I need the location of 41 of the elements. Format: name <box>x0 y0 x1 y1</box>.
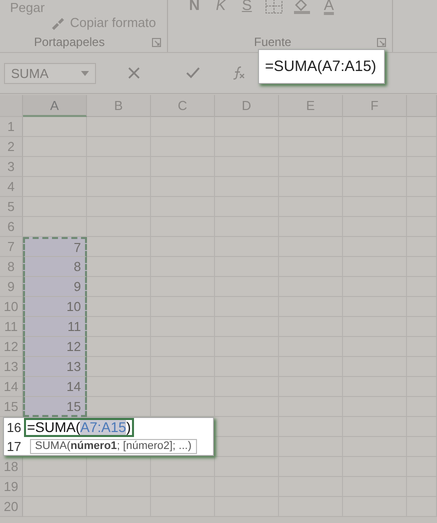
table-cell <box>87 297 151 317</box>
formula-input[interactable]: =SUMA(A7:A15) <box>24 418 134 437</box>
name-box[interactable]: SUMA <box>4 62 96 84</box>
table-cell <box>215 457 279 477</box>
borders-icon[interactable] <box>264 0 283 14</box>
function-tooltip: SUMA(número1; [número2]; ...) <box>30 438 197 454</box>
check-icon[interactable] <box>186 67 200 79</box>
table-cell <box>87 257 151 277</box>
table-cell: 8 <box>23 257 87 277</box>
table-cell <box>87 237 151 257</box>
group-label: Fuente <box>254 35 292 49</box>
dialog-launcher-icon[interactable] <box>152 38 161 46</box>
dialog-launcher-icon[interactable] <box>377 38 386 46</box>
table-cell: 11 <box>23 317 87 337</box>
row-header[interactable]: 16 <box>4 420 24 435</box>
table-cell <box>87 377 151 397</box>
table-cell: 10 <box>23 297 87 317</box>
table-cell <box>87 357 151 377</box>
column-header[interactable]: A <box>23 95 87 117</box>
table-cell <box>87 117 151 137</box>
table-cell: 9 <box>23 277 87 297</box>
group-label: Portapapeles <box>34 35 105 49</box>
select-all-corner[interactable] <box>0 95 23 117</box>
row-header[interactable]: 17 <box>4 438 24 454</box>
table-cell: 15 <box>23 397 87 417</box>
table-cell: 13 <box>23 357 87 377</box>
table-cell <box>87 317 151 337</box>
table-cell: 14 <box>23 377 87 397</box>
formula-field[interactable]: =SUMA(A7:A15) <box>258 49 386 84</box>
name-box-text: SUMA <box>11 66 49 80</box>
cancel-icon[interactable] <box>128 67 140 79</box>
function-icon[interactable] <box>232 66 246 80</box>
table-cell <box>215 397 279 417</box>
dropdown-icon <box>81 70 89 76</box>
table-cell <box>87 337 151 357</box>
paint-bucket-icon[interactable] <box>292 0 311 14</box>
table-cell <box>87 217 151 237</box>
table-cell: 12 <box>23 337 87 357</box>
table-cell: 7 <box>23 237 87 257</box>
table-cell <box>87 277 151 297</box>
brush-icon[interactable] <box>50 16 66 30</box>
